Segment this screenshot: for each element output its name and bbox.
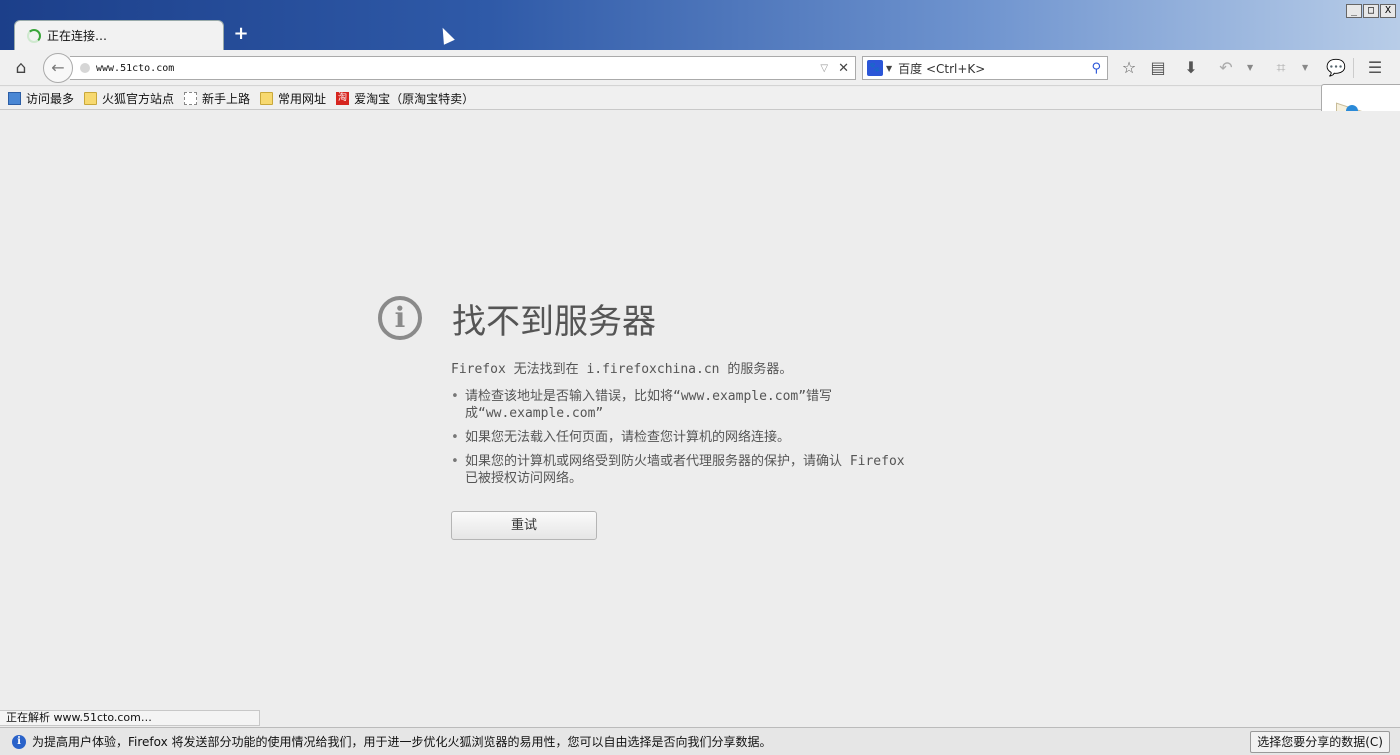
bookmark-ai-taobao[interactable]: 淘 爱淘宝（原淘宝特卖） [336, 90, 474, 107]
minimize-button[interactable]: _ [1346, 4, 1362, 18]
baidu-paw-icon[interactable]: 🐾 [867, 60, 883, 76]
navigation-toolbar: ⌂ www.51cto.com ▽ ✕ ← 🐾 ▼ 百度 <Ctrl+K> ⚲ … [0, 50, 1400, 86]
bookmark-common-sites[interactable]: 常用网址 [260, 90, 326, 107]
tab-title: 正在连接… [47, 29, 108, 43]
undo-dropdown-icon[interactable]: ▼ [1247, 58, 1253, 78]
bookmark-star-icon[interactable]: ☆ [1118, 57, 1140, 79]
site-identity-icon[interactable] [80, 63, 90, 73]
home-button[interactable]: ⌂ [10, 57, 32, 79]
back-button[interactable]: ← [43, 53, 73, 83]
url-input[interactable]: www.51cto.com [96, 63, 820, 74]
info-circle-icon: i [12, 734, 26, 749]
maximize-button[interactable]: □ [1363, 4, 1379, 18]
chat-bubble-icon[interactable]: 💬 [1325, 57, 1347, 79]
error-title: 找不到服务器 [452, 302, 656, 342]
page-content: i 找不到服务器 Firefox 无法找到在 i.firefoxchina.cn… [0, 111, 1400, 708]
bookmark-label: 新手上路 [202, 91, 251, 106]
loading-spinner-icon [27, 28, 41, 43]
crop-screenshot-icon[interactable]: ⌗ [1270, 57, 1292, 79]
search-icon[interactable]: ⚲ [1091, 61, 1101, 76]
window-controls: _ □ X [1346, 4, 1396, 18]
downloads-icon[interactable]: ⬇ [1180, 57, 1202, 79]
url-bar[interactable]: www.51cto.com ▽ ✕ [70, 56, 856, 80]
bookmark-firefox-official[interactable]: 火狐官方站点 [84, 90, 174, 107]
status-text: 正在解析 www.51cto.com… [0, 710, 260, 726]
bookmark-label: 爱淘宝（原淘宝特卖） [354, 91, 475, 106]
taobao-icon: 淘 [336, 91, 350, 105]
bookmark-label: 火狐官方站点 [102, 91, 175, 106]
home-icon: ⌂ [15, 58, 27, 78]
engine-dropdown-icon[interactable]: ▼ [886, 64, 892, 73]
search-input[interactable]: 百度 <Ctrl+K> [898, 60, 1091, 77]
error-description: Firefox 无法找到在 i.firefoxchina.cn 的服务器。 [451, 362, 793, 377]
search-bar[interactable]: 🐾 ▼ 百度 <Ctrl+K> ⚲ [862, 56, 1108, 80]
suggestion-item: 如果您无法载入任何页面，请检查您计算机的网络连接。 [451, 429, 911, 446]
screenshot-dropdown-icon[interactable]: ▼ [1302, 58, 1308, 78]
notification-bar: i 为提高用户体验，Firefox 将发送部分功能的使用情况给我们，用于进一步优… [0, 727, 1400, 755]
suggestion-list: 请检查该地址是否输入错误，比如将“www.example.com”错写成“ww.… [451, 388, 911, 494]
toolbar-separator [1353, 58, 1354, 78]
mouse-cursor-icon [437, 25, 455, 45]
new-tab-button[interactable]: + [232, 23, 250, 44]
suggestion-item: 如果您的计算机或网络受到防火墙或者代理服务器的保护，请确认 Firefox 已被… [451, 453, 911, 487]
stop-icon[interactable]: ✕ [838, 61, 849, 76]
suggestion-item: 请检查该地址是否输入错误，比如将“www.example.com”错写成“ww.… [451, 388, 911, 422]
folder-icon [260, 91, 274, 105]
choose-data-share-button[interactable]: 选择您要分享的数据(C) [1250, 730, 1390, 753]
bookmarks-toolbar: 访问最多 火狐官方站点 新手上路 常用网址 淘 爱淘宝（原淘宝特卖） [0, 87, 1400, 110]
bookmarks-menu-icon[interactable]: ▤ [1147, 57, 1169, 79]
most-visited-icon [8, 91, 21, 105]
bookmark-label: 常用网址 [278, 91, 327, 106]
history-dropdown-icon[interactable]: ▽ [820, 63, 828, 74]
menu-hamburger-icon[interactable]: ☰ [1364, 57, 1386, 79]
undo-icon[interactable]: ↶ [1215, 57, 1237, 79]
folder-icon [84, 91, 98, 105]
notification-text: 为提高用户体验，Firefox 将发送部分功能的使用情况给我们，用于进一步优化火… [32, 735, 772, 749]
retry-button[interactable]: 重试 [451, 511, 597, 540]
back-arrow-icon: ← [51, 58, 65, 77]
dashed-page-icon [184, 91, 198, 105]
title-bar: _ □ X 正在连接… + [0, 0, 1400, 50]
info-icon: i [378, 296, 422, 340]
bookmark-getting-started[interactable]: 新手上路 [184, 90, 250, 107]
browser-tab[interactable]: 正在连接… [14, 20, 224, 50]
bookmark-label: 访问最多 [26, 91, 75, 106]
bookmark-most-visited[interactable]: 访问最多 [8, 90, 74, 107]
close-button[interactable]: X [1380, 4, 1396, 18]
